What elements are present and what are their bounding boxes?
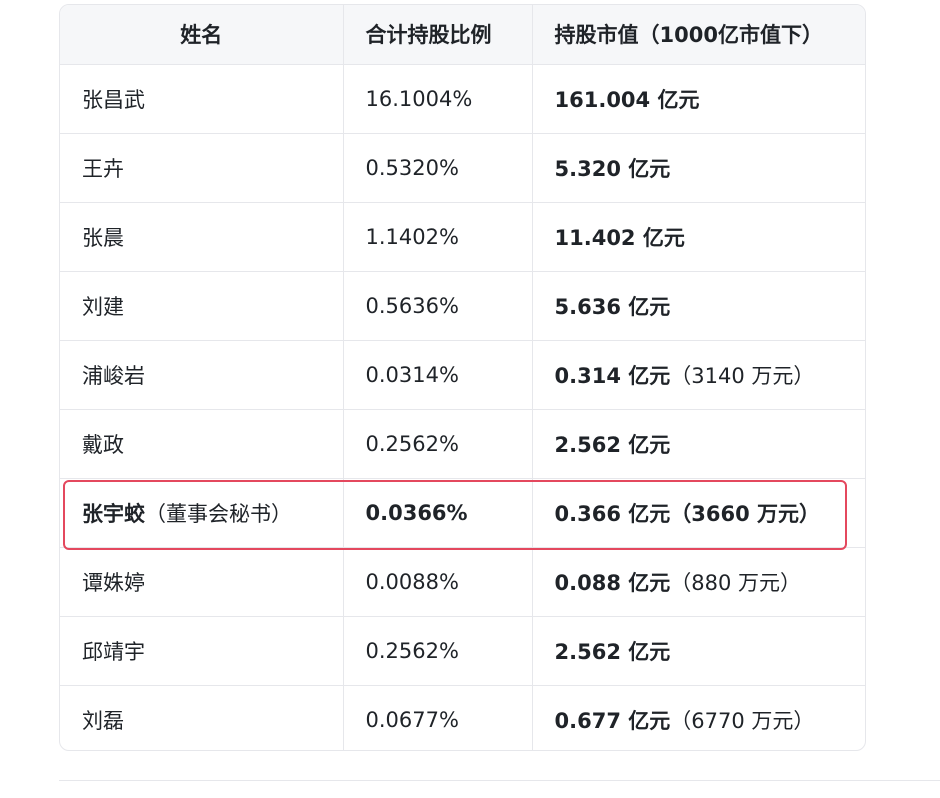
name-cell: 张昌武 <box>60 63 344 133</box>
value-extra: （880 万元） <box>670 570 802 595</box>
value-cell: 0.088 亿元（880 万元） <box>532 546 865 616</box>
name-text: 刘建 <box>82 294 124 319</box>
ratio-cell: 16.1004% <box>343 63 533 133</box>
ratio-cell: 0.2562% <box>343 615 533 685</box>
name-text: 浦峻岩 <box>82 363 145 388</box>
table-row: 邱靖宇 0.2562% 2.562 亿元 <box>60 615 865 685</box>
value-extra: （6770 万元） <box>670 708 815 733</box>
name-cell: 邱靖宇 <box>60 615 344 685</box>
value-cell: 11.402 亿元 <box>532 201 865 271</box>
table-row: 王卉 0.5320% 5.320 亿元 <box>60 132 865 202</box>
table-row-highlighted: 张宇蛟（董事会秘书） 0.0366% 0.366 亿元（3660 万元） <box>60 477 865 547</box>
name-cell: 刘建 <box>60 270 344 340</box>
name-cell: 浦峻岩 <box>60 339 344 409</box>
value-text: 11.402 亿元 <box>554 225 685 250</box>
header-name: 姓名 <box>60 5 344 64</box>
ratio-cell: 0.0088% <box>343 546 533 616</box>
shareholding-table-container: 姓名 合计持股比例 持股市值（1000亿市值下） 张昌武 16.1004% 16… <box>59 4 866 751</box>
value-cell: 0.677 亿元（6770 万元） <box>532 684 865 750</box>
name-text: 张宇蛟 <box>82 501 145 526</box>
table-row: 浦峻岩 0.0314% 0.314 亿元（3140 万元） <box>60 339 865 409</box>
table-row: 张昌武 16.1004% 161.004 亿元 <box>60 63 865 133</box>
name-text: 王卉 <box>82 156 124 181</box>
ratio-cell: 0.5320% <box>343 132 533 202</box>
table-row: 张晨 1.1402% 11.402 亿元 <box>60 201 865 271</box>
ratio-cell: 0.2562% <box>343 408 533 478</box>
value-text: 0.088 亿元 <box>554 570 671 595</box>
name-cell: 张宇蛟（董事会秘书） <box>60 477 344 547</box>
value-cell: 2.562 亿元 <box>532 615 865 685</box>
divider <box>59 780 940 781</box>
table-row: 刘建 0.5636% 5.636 亿元 <box>60 270 865 340</box>
value-cell: 0.314 亿元（3140 万元） <box>532 339 865 409</box>
table-row: 刘磊 0.0677% 0.677 亿元（6770 万元） <box>60 684 865 750</box>
name-note: （董事会秘书） <box>145 501 292 526</box>
value-extra: （3660 万元） <box>670 501 821 526</box>
table-header-row: 姓名 合计持股比例 持股市值（1000亿市值下） <box>60 5 865 64</box>
table-row: 戴政 0.2562% 2.562 亿元 <box>60 408 865 478</box>
name-text: 刘磊 <box>82 708 124 733</box>
value-cell: 0.366 亿元（3660 万元） <box>532 477 865 547</box>
value-text: 161.004 亿元 <box>554 87 700 112</box>
value-extra: （3140 万元） <box>670 363 815 388</box>
value-cell: 2.562 亿元 <box>532 408 865 478</box>
name-cell: 张晨 <box>60 201 344 271</box>
value-text: 5.636 亿元 <box>554 294 671 319</box>
table-row: 谭姝婷 0.0088% 0.088 亿元（880 万元） <box>60 546 865 616</box>
name-text: 张晨 <box>82 225 124 250</box>
header-ratio: 合计持股比例 <box>343 5 533 64</box>
value-text: 0.314 亿元 <box>554 363 671 388</box>
value-text: 5.320 亿元 <box>554 156 671 181</box>
ratio-cell: 1.1402% <box>343 201 533 271</box>
value-cell: 5.636 亿元 <box>532 270 865 340</box>
name-text: 戴政 <box>82 432 124 457</box>
ratio-cell: 0.0314% <box>343 339 533 409</box>
value-cell: 161.004 亿元 <box>532 63 865 133</box>
value-text: 2.562 亿元 <box>554 432 671 457</box>
header-value: 持股市值（1000亿市值下） <box>554 23 823 48</box>
ratio-cell: 0.5636% <box>343 270 533 340</box>
name-text: 邱靖宇 <box>82 639 145 664</box>
name-cell: 谭姝婷 <box>60 546 344 616</box>
value-text: 0.366 亿元 <box>554 501 671 526</box>
name-text: 谭姝婷 <box>82 570 145 595</box>
shareholding-table: 姓名 合计持股比例 持股市值（1000亿市值下） 张昌武 16.1004% 16… <box>60 5 865 750</box>
name-cell: 王卉 <box>60 132 344 202</box>
name-text: 张昌武 <box>82 87 145 112</box>
name-cell: 刘磊 <box>60 684 344 750</box>
ratio-cell: 0.0677% <box>343 684 533 750</box>
name-cell: 戴政 <box>60 408 344 478</box>
ratio-cell: 0.0366% <box>343 477 533 547</box>
value-cell: 5.320 亿元 <box>532 132 865 202</box>
value-text: 0.677 亿元 <box>554 708 671 733</box>
value-text: 2.562 亿元 <box>554 639 671 664</box>
